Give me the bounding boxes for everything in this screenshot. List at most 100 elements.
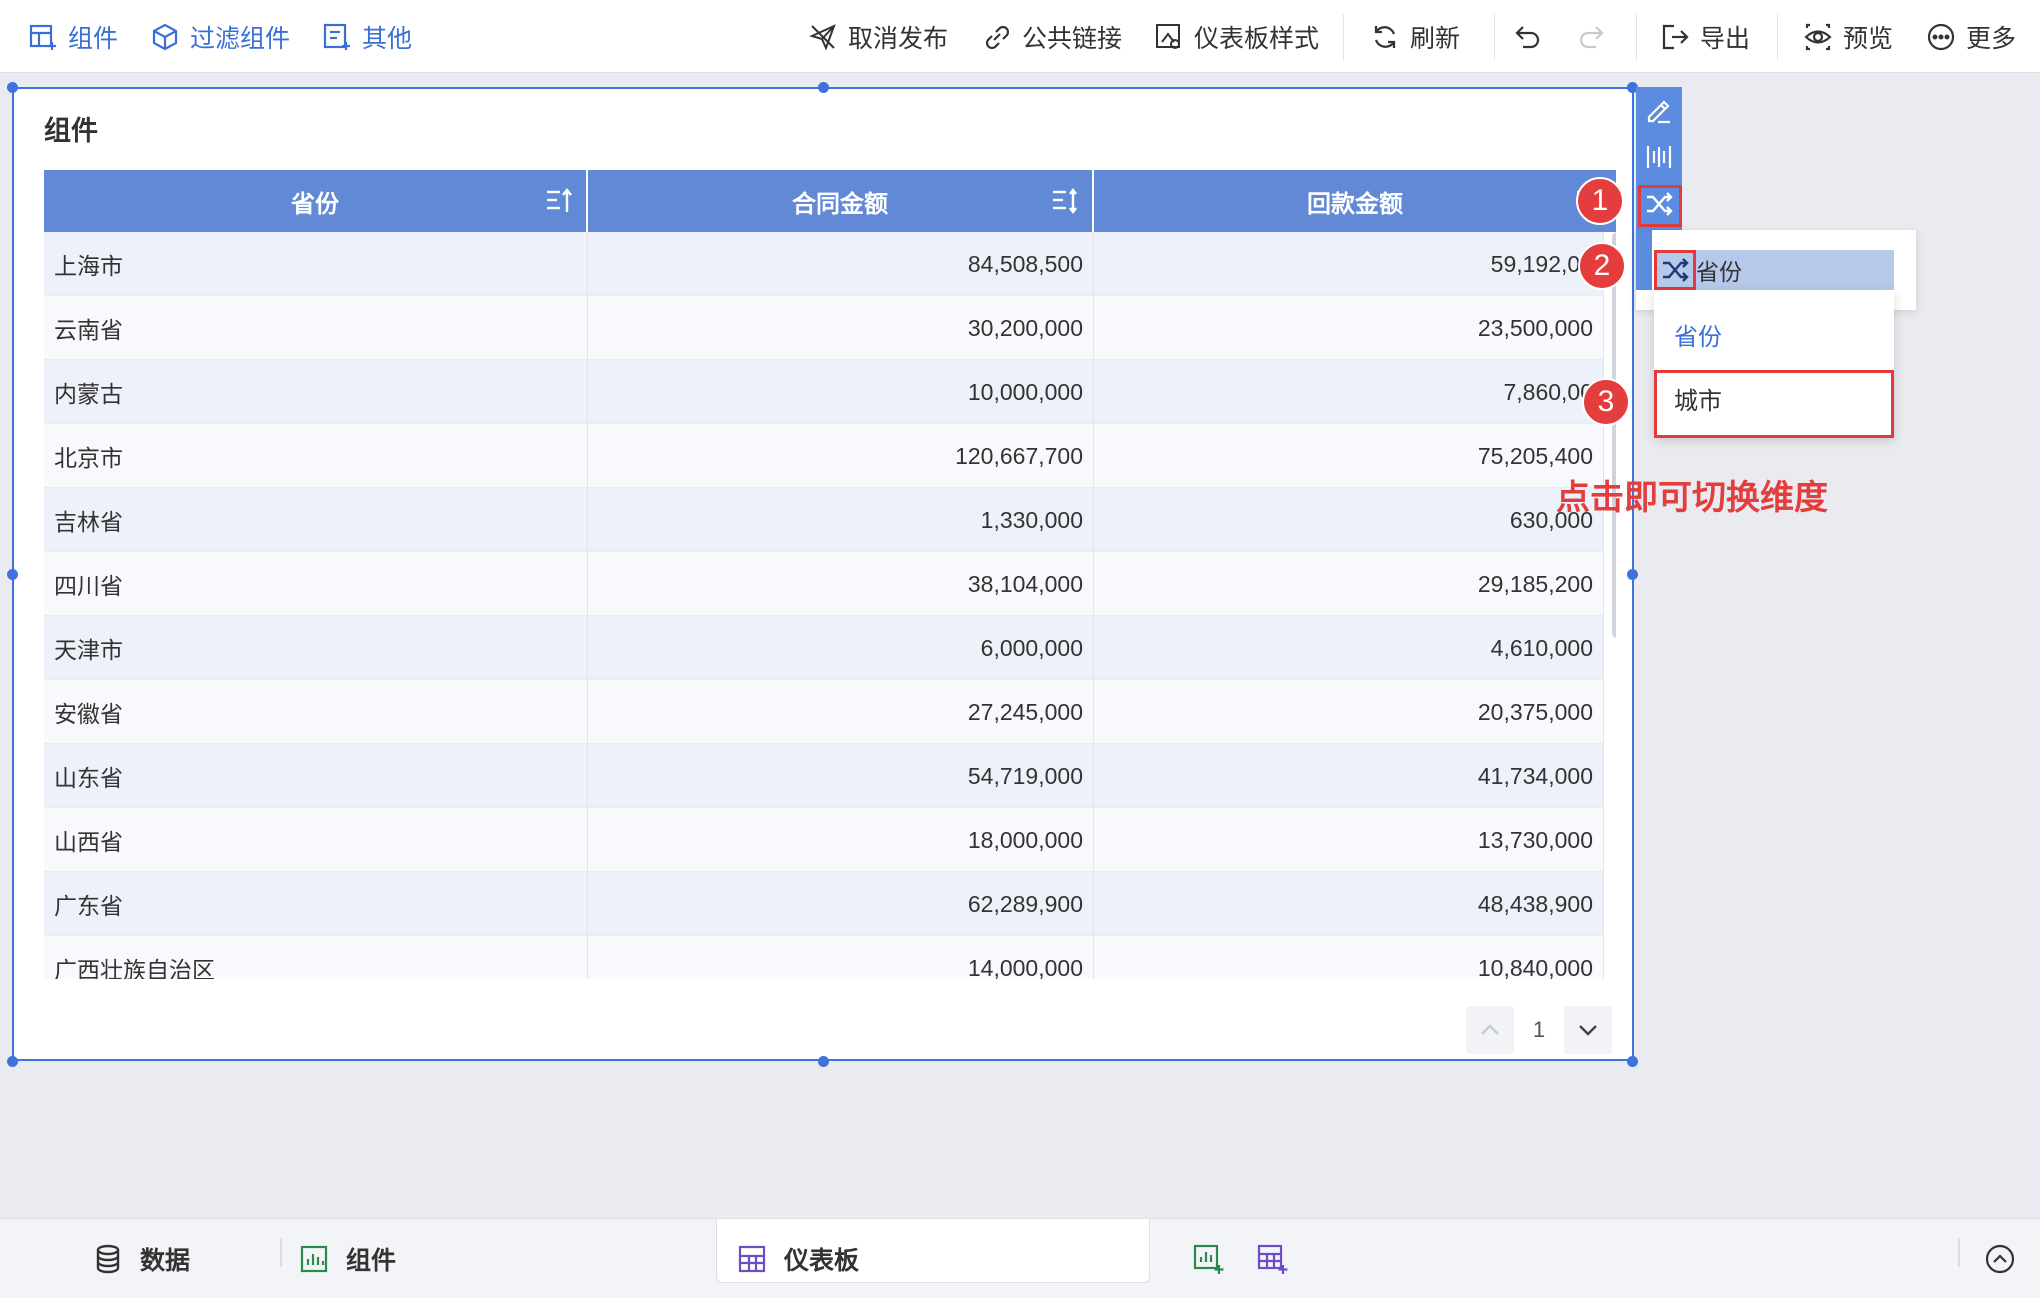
resize-handle[interactable]	[7, 1056, 18, 1067]
pagination: 1	[1466, 1005, 1612, 1055]
export-label: 导出	[1700, 24, 1751, 53]
column-header-payment[interactable]: 回款金额	[1094, 170, 1616, 232]
table-row[interactable]: 云南省 30,200,000 23,500,000	[44, 296, 1604, 360]
cell-contract-amount: 10,000,000	[588, 360, 1094, 424]
previous-page-button[interactable]	[1466, 1006, 1514, 1054]
chart-type-icon[interactable]	[1644, 142, 1674, 172]
tab-dashboard-label: 仪表板	[784, 1247, 860, 1275]
preview-label: 预览	[1843, 24, 1894, 53]
dashboard-style-button[interactable]: 仪表板样式	[1154, 0, 1319, 73]
add-widget-label: 组件	[68, 24, 119, 53]
cell-payment-amount: 75,205,400	[1094, 424, 1604, 488]
export-button[interactable]: 导出	[1660, 0, 1750, 73]
table-row[interactable]: 四川省 38,104,000 29,185,200	[44, 552, 1604, 616]
resize-handle[interactable]	[7, 82, 18, 93]
table-row[interactable]: 山东省 54,719,000 41,734,000	[44, 744, 1604, 808]
cell-payment-amount: 10,840,000	[1094, 936, 1604, 979]
cell-contract-amount: 14,000,000	[588, 936, 1094, 979]
cell-province: 天津市	[44, 616, 588, 680]
add-dashboard-tab-button[interactable]	[1256, 1219, 1304, 1298]
resize-handle[interactable]	[1627, 1056, 1638, 1067]
column-header-province[interactable]: 省份	[44, 170, 588, 232]
tab-widget[interactable]: 组件	[298, 1219, 396, 1298]
add-widget-tab-button[interactable]	[1192, 1219, 1240, 1298]
database-icon	[96, 1244, 120, 1274]
add-widget-button[interactable]: 组件	[28, 0, 118, 73]
toolbar-divider	[1636, 14, 1637, 60]
table-widget[interactable]: 组件 省份 合同金额 回款金额 上海市 84,508,500 59,192,00 云南…	[7, 82, 1638, 1067]
cell-province: 北京市	[44, 424, 588, 488]
collapse-panel-button[interactable]	[1984, 1219, 2032, 1298]
cell-contract-amount: 120,667,700	[588, 424, 1094, 488]
more-button[interactable]: 更多	[1926, 0, 2016, 73]
page-number: 1	[1532, 1017, 1546, 1042]
table-row[interactable]: 安徽省 27,245,000 20,375,000	[44, 680, 1604, 744]
step-badge-1: 1	[1576, 177, 1624, 225]
cell-payment-amount: 29,185,200	[1094, 552, 1604, 616]
tab-divider	[1958, 1239, 1960, 1267]
undo-icon	[1515, 25, 1540, 48]
other-button[interactable]: 其他	[322, 0, 412, 73]
cell-province: 内蒙古	[44, 360, 588, 424]
column-header-label: 省份	[291, 190, 339, 218]
step-badge-2: 2	[1578, 242, 1626, 290]
cell-contract-amount: 38,104,000	[588, 552, 1094, 616]
table-row[interactable]: 上海市 84,508,500 59,192,00	[44, 232, 1604, 296]
table-row[interactable]: 吉林省 1,330,000 630,000	[44, 488, 1604, 552]
next-page-button[interactable]	[1564, 1006, 1612, 1054]
table-row[interactable]: 山西省 18,000,000 13,730,000	[44, 808, 1604, 872]
unpublish-icon	[809, 23, 836, 51]
redo-button[interactable]	[1576, 0, 1616, 73]
highlight-box-step-2	[1654, 250, 1696, 290]
link-icon	[985, 25, 1010, 49]
column-header-contract[interactable]: 合同金额	[588, 170, 1094, 232]
toolbar-divider	[1343, 14, 1344, 60]
other-label: 其他	[362, 24, 413, 53]
cell-contract-amount: 84,508,500	[588, 232, 1094, 296]
table-row[interactable]: 天津市 6,000,000 4,610,000	[44, 616, 1604, 680]
table-row[interactable]: 广东省 62,289,900 48,438,900	[44, 872, 1604, 936]
edit-icon[interactable]	[1644, 95, 1674, 125]
cell-payment-amount: 41,734,000	[1094, 744, 1604, 808]
sort-ascending-icon[interactable]	[544, 186, 574, 216]
cell-contract-amount: 18,000,000	[588, 808, 1094, 872]
more-label: 更多	[1966, 24, 2017, 53]
dimension-option-province[interactable]: 省份	[1654, 302, 1894, 366]
more-icon	[1927, 23, 1955, 50]
add-dashboard-icon	[1257, 1244, 1288, 1274]
widget-title: 组件	[44, 116, 98, 146]
chevron-down-icon	[1579, 1025, 1597, 1036]
filter-widget-icon	[152, 23, 178, 50]
sort-toggle-icon[interactable]	[1050, 186, 1080, 216]
refresh-button[interactable]: 刷新	[1370, 0, 1460, 73]
tab-data[interactable]: 数据	[92, 1219, 190, 1298]
table-body: 上海市 84,508,500 59,192,00 云南省 30,200,000 23,50…	[44, 232, 1604, 979]
resize-handle[interactable]	[818, 1056, 829, 1067]
resize-handle[interactable]	[7, 569, 18, 580]
vertical-scrollbar[interactable]	[1612, 232, 1616, 638]
bar-chart-icon	[300, 1245, 328, 1273]
public-link-button[interactable]: 公共链接	[982, 0, 1122, 73]
unpublish-label: 取消发布	[848, 24, 949, 53]
tab-dashboard[interactable]: 仪表板	[736, 1219, 859, 1298]
annotation-note: 点击即可切换维度	[1556, 479, 1828, 517]
chevron-up-icon	[1481, 1024, 1499, 1035]
data-table: 省份 合同金额 回款金额 上海市 84,508,500 59,192,00 云南省 30…	[44, 170, 1616, 979]
undo-button[interactable]	[1513, 0, 1553, 73]
add-filter-widget-label: 过滤组件	[190, 24, 291, 53]
resize-handle[interactable]	[1627, 569, 1638, 580]
add-filter-widget-button[interactable]: 过滤组件	[150, 0, 290, 73]
table-row[interactable]: 广西壮族自治区 14,000,000 10,840,000	[44, 936, 1604, 979]
tab-data-label: 数据	[140, 1247, 191, 1275]
unpublish-button[interactable]: 取消发布	[808, 0, 948, 73]
dashboard-style-label: 仪表板样式	[1194, 24, 1320, 53]
table-row[interactable]: 北京市 120,667,700 75,205,400	[44, 424, 1604, 488]
cell-contract-amount: 1,330,000	[588, 488, 1094, 552]
cell-payment-amount: 7,860,00	[1094, 360, 1604, 424]
preview-button[interactable]: 预览	[1803, 0, 1893, 73]
cell-contract-amount: 30,200,000	[588, 296, 1094, 360]
resize-handle[interactable]	[818, 82, 829, 93]
cell-province: 吉林省	[44, 488, 588, 552]
chevron-up-circle-icon	[1985, 1244, 2015, 1274]
table-row[interactable]: 内蒙古 10,000,000 7,860,00	[44, 360, 1604, 424]
